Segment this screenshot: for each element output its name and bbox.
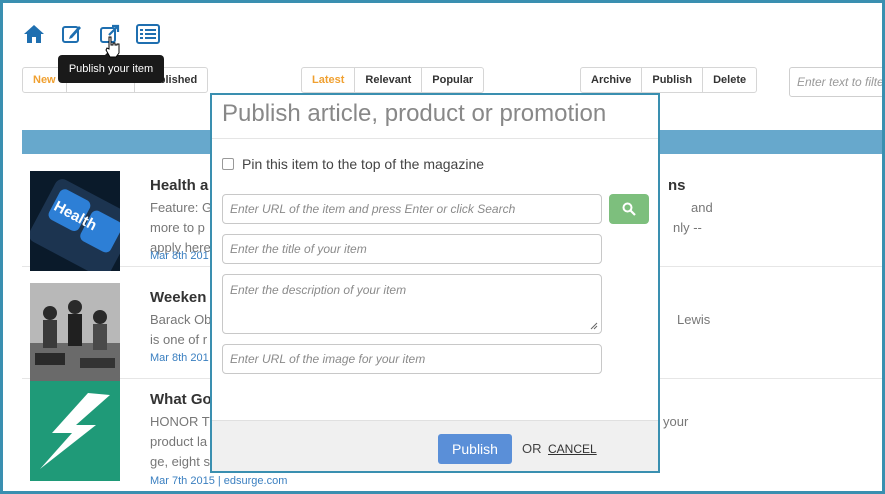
article-title[interactable]: Weeken [150,289,206,306]
search-button[interactable] [609,194,649,224]
article-excerpt-continued: and nly -- [673,198,713,238]
article-excerpt-continued: your [663,412,688,432]
publish-dialog: Publish article, product or promotion Pi… [210,93,660,473]
article-excerpt: Barack Ob is one of r [150,310,211,350]
article-excerpt: HONOR T product la ge, eight s [150,412,210,472]
article-date[interactable]: Mar 8th 201 [150,352,209,364]
divider [212,138,658,139]
tooltip-text: Publish your item [68,63,154,75]
delete-button[interactable]: Delete [703,68,756,92]
excerpt-line: Lewis [677,312,711,327]
pin-checkbox[interactable] [222,158,234,170]
excerpt-line: is one of r [150,332,208,347]
excerpt-line: HONOR T [150,414,210,429]
sort-popular[interactable]: Popular [422,68,483,92]
publish-action-button[interactable]: Publish [642,68,704,92]
resize-handle-icon[interactable] [590,322,598,330]
top-icon-bar [22,22,160,46]
publish-button[interactable]: Publish [438,434,512,464]
dialog-footer: Publish OR CANCEL [212,420,658,471]
article-date[interactable]: Mar 7th 2015 | edsurge.com [150,475,287,487]
article-date[interactable]: Mar 8th 201 [150,250,209,262]
home-icon[interactable] [22,22,46,46]
hand-cursor-icon [104,36,122,63]
title-input[interactable]: Enter the title of your item [222,234,602,264]
action-button-group: Archive Publish Delete [580,67,758,93]
excerpt-line: and [691,200,713,215]
article-excerpt: Feature: G more to p apply here [150,198,212,258]
article-thumbnail-edsurge [30,381,120,481]
description-placeholder: Enter the description of your item [230,283,407,297]
archive-button[interactable]: Archive [581,68,643,92]
excerpt-line: nly -- [673,220,702,235]
article-thumbnail-health: Health [30,171,120,271]
sort-latest[interactable]: Latest [302,68,356,92]
excerpt-line: Barack Ob [150,312,212,327]
excerpt-line: your [663,414,689,429]
cancel-link[interactable]: CANCEL [548,442,597,456]
pin-label: Pin this item to the top of the magazine [242,156,485,172]
pin-option[interactable]: Pin this item to the top of the magazine [222,156,484,172]
filter-input[interactable]: Enter text to filter [789,67,885,97]
excerpt-line: Feature: G [150,200,213,215]
excerpt-line: more to p [150,220,205,235]
list-icon[interactable] [136,22,160,46]
article-title[interactable]: Health a [150,177,208,194]
sort-filter-group: Latest Relevant Popular [301,67,485,93]
image-url-input[interactable]: Enter URL of the image for your item [222,344,602,374]
excerpt-line: product la [150,434,208,449]
search-icon [622,202,636,216]
description-textarea[interactable]: Enter the description of your item [222,274,602,334]
edit-icon[interactable] [60,22,84,46]
sort-relevant[interactable]: Relevant [355,68,423,92]
article-excerpt-continued: Lewis [677,310,710,330]
article-thumbnail-weekend [30,283,120,383]
or-separator: OR [522,441,542,456]
url-input[interactable]: Enter URL of the item and press Enter or… [222,194,602,224]
article-title-continued: ns [668,177,686,194]
excerpt-line: ge, eight s [150,454,210,469]
dialog-title: Publish article, product or promotion [222,100,607,127]
article-title[interactable]: What Go [150,391,212,408]
